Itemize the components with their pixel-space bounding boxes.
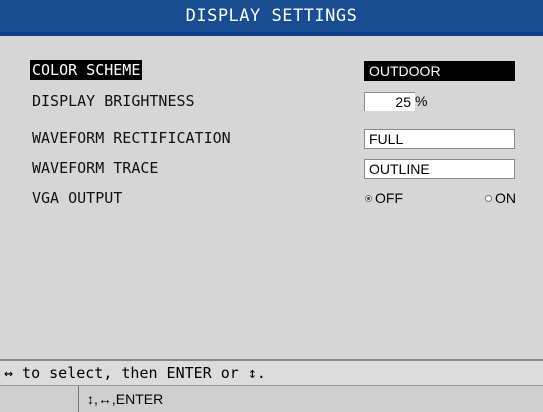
display-brightness-field[interactable]: 25 xyxy=(364,92,415,111)
color-scheme-field[interactable]: OUTDOOR xyxy=(364,61,515,81)
key-hint-bar: ↕,↔,ENTER xyxy=(0,386,543,412)
waveform-rectification-field[interactable]: FULL xyxy=(364,129,515,149)
vga-output-off-radio[interactable]: OFF xyxy=(365,188,403,208)
waveform-trace-label[interactable]: WAVEFORM TRACE xyxy=(32,158,158,178)
color-scheme-label[interactable]: COLOR SCHEME xyxy=(30,60,143,80)
vga-output-label[interactable]: VGA OUTPUT xyxy=(32,188,122,208)
display-brightness-unit: % xyxy=(415,93,428,109)
vga-output-on-radio[interactable]: ON xyxy=(485,188,516,208)
radio-selected-icon xyxy=(365,195,372,202)
waveform-trace-field[interactable]: OUTLINE xyxy=(364,159,515,179)
settings-panel: COLOR SCHEME OUTDOOR DISPLAY BRIGHTNESS … xyxy=(0,36,543,359)
page-title: DISPLAY SETTINGS xyxy=(0,0,543,32)
vga-output-off-label: OFF xyxy=(375,190,403,206)
key-hints: ↕,↔,ENTER xyxy=(78,386,163,412)
radio-unselected-icon xyxy=(485,195,492,202)
help-text: ↔ to select, then ENTER or ↕. xyxy=(0,361,543,385)
display-settings-screen: DISPLAY SETTINGS COLOR SCHEME OUTDOOR DI… xyxy=(0,0,543,412)
display-brightness-label[interactable]: DISPLAY BRIGHTNESS xyxy=(32,91,195,111)
vga-output-on-label: ON xyxy=(495,190,516,206)
waveform-rectification-label[interactable]: WAVEFORM RECTIFICATION xyxy=(32,128,231,148)
